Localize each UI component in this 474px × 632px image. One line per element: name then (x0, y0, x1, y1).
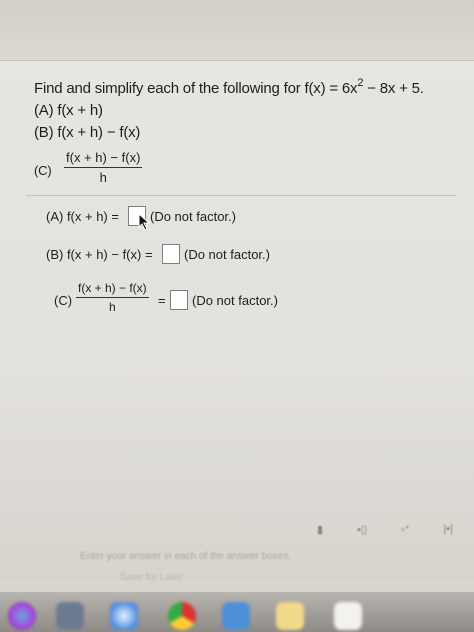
notes-icon[interactable] (276, 602, 304, 630)
part-c-fraction: f(x + h) − f(x) h (64, 150, 143, 185)
fraction-icon[interactable]: ▮ (317, 523, 323, 536)
answer-c-numerator: f(x + h) − f(x) (78, 281, 147, 295)
fraction-bar (76, 297, 149, 298)
safari-icon[interactable] (110, 602, 138, 630)
part-c-numerator: f(x + h) − f(x) (66, 150, 141, 165)
answer-a-label: (A) f(x + h) = (46, 209, 119, 224)
part-c-label: (C) (34, 163, 52, 178)
prompt-prefix: Find and simplify each of the following … (34, 80, 358, 97)
part-b-label: (B) f(x + h) − f(x) (34, 124, 141, 141)
answer-c-fraction: f(x + h) − f(x) h (76, 281, 149, 314)
siri-icon[interactable] (8, 602, 36, 630)
answer-c-equals: = (158, 293, 166, 308)
part-a-label: (A) f(x + h) (34, 102, 103, 119)
answer-b-hint: (Do not factor.) (184, 247, 270, 262)
mixed-number-icon[interactable]: ▪▯ (357, 523, 367, 536)
answer-b-label: (B) f(x + h) − f(x) = (46, 247, 153, 262)
chrome-icon[interactable] (168, 602, 196, 630)
dock (0, 592, 474, 632)
prompt-exponent: 2 (357, 77, 364, 89)
answer-c-denominator: h (109, 300, 116, 314)
answer-c-label: (C) (54, 293, 73, 308)
math-toolbar: ▮ ▪▯ ▫ᐩ |▪| (300, 518, 470, 540)
answer-a-hint: (Do not factor.) (150, 209, 236, 224)
answer-hint: Enter your answer in each of the answer … (80, 551, 292, 562)
part-c-denominator: h (99, 170, 107, 185)
save-for-later-button[interactable]: Save for Later (120, 572, 183, 583)
absolute-value-icon[interactable]: |▪| (443, 523, 453, 535)
fraction-bar (64, 167, 143, 168)
answer-c-input[interactable] (170, 290, 188, 310)
folder-icon[interactable] (222, 602, 250, 630)
question-prompt: Find and simplify each of the following … (34, 77, 424, 97)
answer-b-input[interactable] (162, 244, 180, 264)
section-divider (26, 195, 456, 196)
answer-c-hint: (Do not factor.) (192, 293, 278, 308)
calendar-icon[interactable] (334, 602, 362, 630)
exponent-icon[interactable]: ▫ᐩ (401, 523, 409, 536)
top-bar (0, 0, 474, 60)
prompt-suffix: − 8x + 5. (363, 80, 424, 97)
launchpad-icon[interactable] (56, 602, 84, 630)
